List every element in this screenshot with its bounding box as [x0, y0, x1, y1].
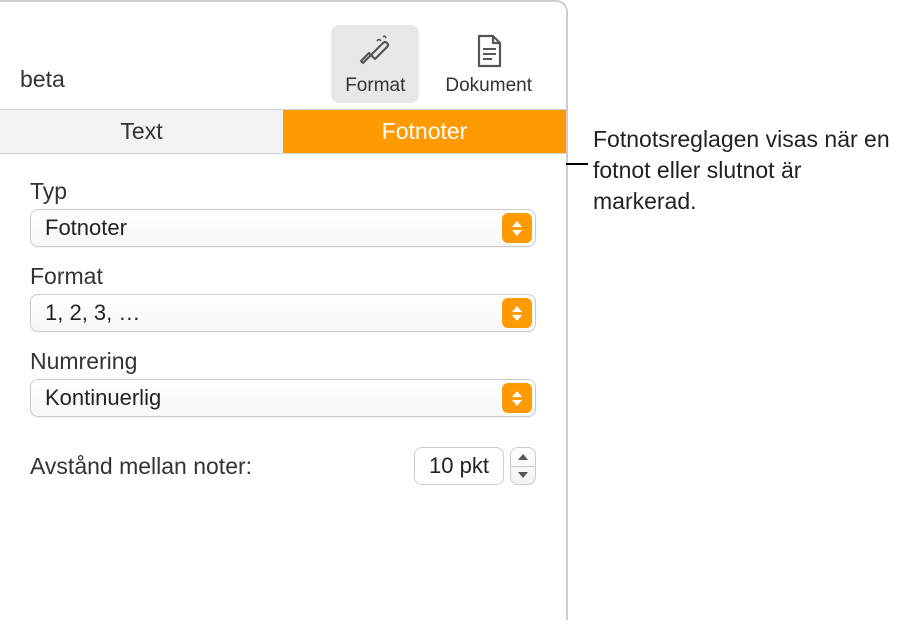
chevron-down-icon [518, 472, 528, 478]
callout-leader-line [566, 163, 588, 165]
tab-footnotes-label: Fotnoter [382, 118, 468, 145]
callout-text: Fotnotsreglagen visas när en fotnot elle… [593, 124, 893, 217]
numbering-field: Numrering Kontinuerlig [30, 348, 536, 417]
numbering-select-value: Kontinuerlig [45, 385, 161, 411]
type-label: Typ [30, 178, 536, 205]
chevron-up-icon [518, 454, 528, 460]
format-label: Format [30, 263, 536, 290]
format-select-value: 1, 2, 3, … [45, 300, 140, 326]
tabs: Text Fotnoter [0, 110, 566, 154]
updown-arrows-icon [502, 383, 532, 413]
updown-arrows-icon [502, 298, 532, 328]
toolbar-right-group: Format Dokument [331, 25, 546, 103]
spacing-label: Avstånd mellan noter: [30, 453, 252, 480]
document-toolbar-label: Dokument [445, 75, 532, 97]
spacing-stepper: 10 pkt [414, 447, 536, 485]
document-icon [469, 31, 509, 71]
toolbar: beta Format [0, 2, 566, 110]
format-toolbar-label: Format [345, 75, 405, 97]
footnotes-settings: Typ Fotnoter Format 1, 2, 3, … Numrering [0, 154, 566, 509]
type-field: Typ Fotnoter [30, 178, 536, 247]
spacing-field: Avstånd mellan noter: 10 pkt [30, 447, 536, 485]
toolbar-left-text: beta [20, 66, 65, 103]
spacing-value-text: 10 pkt [429, 453, 489, 479]
format-field: Format 1, 2, 3, … [30, 263, 536, 332]
stepper-up-button[interactable] [511, 448, 535, 466]
updown-arrows-icon [502, 213, 532, 243]
format-toolbar-button[interactable]: Format [331, 25, 419, 103]
stepper-down-button[interactable] [511, 466, 535, 485]
stepper-buttons [510, 447, 536, 485]
document-toolbar-button[interactable]: Dokument [431, 25, 546, 103]
tab-text[interactable]: Text [0, 110, 283, 154]
numbering-select[interactable]: Kontinuerlig [30, 379, 536, 417]
type-select-value: Fotnoter [45, 215, 127, 241]
inspector-panel: beta Format [0, 0, 568, 620]
numbering-label: Numrering [30, 348, 536, 375]
paintbrush-icon [355, 31, 395, 71]
tab-text-label: Text [120, 118, 162, 145]
type-select[interactable]: Fotnoter [30, 209, 536, 247]
tab-footnotes[interactable]: Fotnoter [283, 110, 566, 154]
format-select[interactable]: 1, 2, 3, … [30, 294, 536, 332]
spacing-value-input[interactable]: 10 pkt [414, 447, 504, 485]
